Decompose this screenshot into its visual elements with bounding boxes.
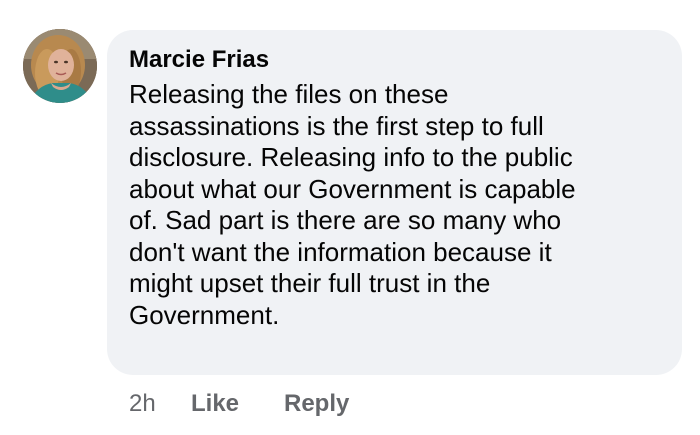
comment-text: Releasing the files on these assassinati… bbox=[129, 79, 669, 331]
avatar[interactable] bbox=[23, 29, 97, 103]
timestamp[interactable]: 2h bbox=[129, 390, 156, 418]
like-button[interactable]: Like bbox=[191, 390, 239, 418]
comment-text-line: disclosure. Releasing info to the public bbox=[129, 142, 573, 172]
reply-button[interactable]: Reply bbox=[284, 390, 349, 418]
author-name[interactable]: Marcie Frias bbox=[129, 46, 269, 74]
comment-text-line: assassinations is the first step to full bbox=[129, 110, 544, 141]
comment-text-line: Releasing the files on these bbox=[129, 79, 449, 109]
comment-text-line: Government. bbox=[129, 299, 280, 330]
comment-text-line: don't want the information because it bbox=[129, 236, 552, 267]
comment-text-line: might upset their full trust in the bbox=[129, 268, 491, 298]
comment-text-line: of. Sad part is there are so many who bbox=[129, 205, 562, 235]
comment-bubble: Marcie Frias Releasing the files on thes… bbox=[107, 30, 682, 375]
comment: Marcie Frias Releasing the files on thes… bbox=[0, 0, 700, 435]
profile-photo-icon bbox=[23, 29, 97, 103]
comment-text-line: about what our Government is capable bbox=[129, 173, 576, 204]
